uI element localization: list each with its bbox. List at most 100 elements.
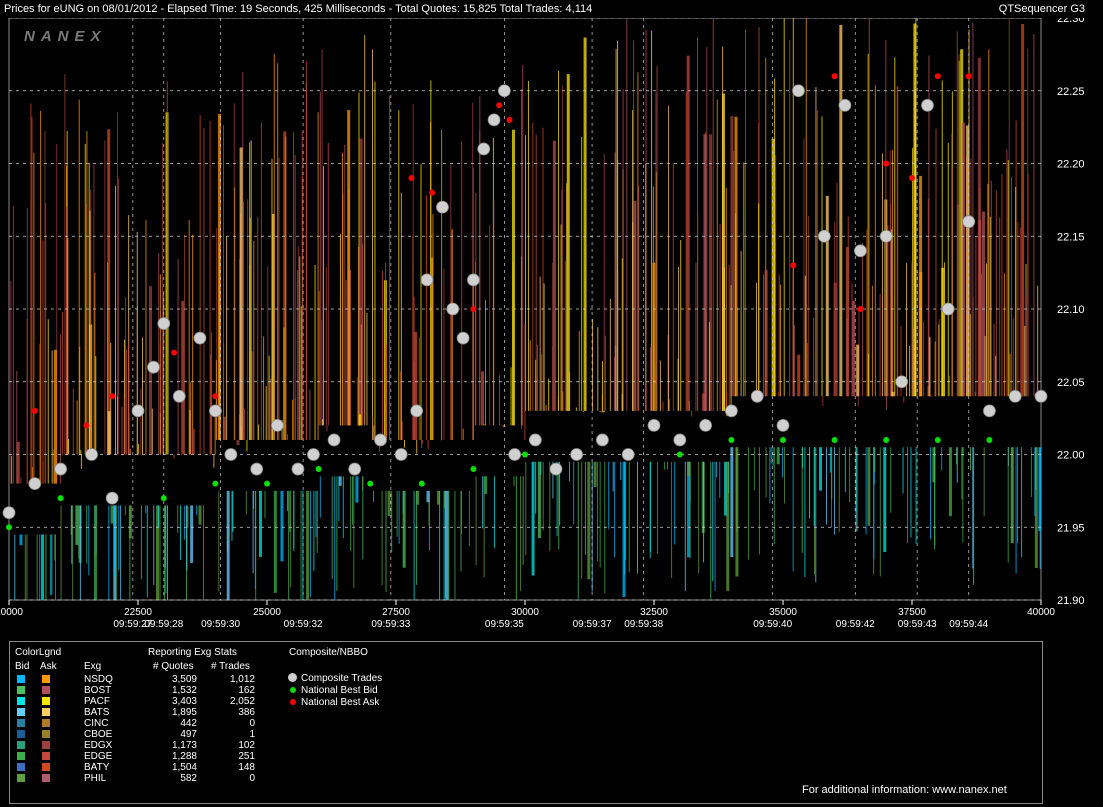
bid-swatch [17,719,25,727]
nbbo-bid-point [315,466,322,473]
trade-point [291,462,305,476]
trade-point [497,84,511,98]
trade-point [420,273,434,287]
x-tick-label: 37500 [898,607,926,618]
trade-point [528,433,542,447]
nbbo-bid-point [264,480,270,487]
trade-point [879,229,893,243]
legend-exg: PACF [84,696,110,707]
legend-exg: CINC [84,718,109,729]
legend-trades-header: # Trades [211,661,250,672]
trade-point [570,448,583,461]
time-label: 09:59:32 [284,619,323,630]
nbbo-bid-point [367,480,374,487]
legend-exg: NSDQ [84,674,113,685]
bid-swatch [17,752,25,760]
nbbo-bid-point [160,495,167,502]
ask-swatch [42,686,50,694]
nbbo-bid-point [883,436,890,443]
nbbo-ask-point [496,102,503,109]
time-label: 09:59:33 [371,619,410,630]
nanex-watermark: NANEX [24,28,107,45]
nbbo-bid-point [522,451,528,458]
trade-point [596,433,609,447]
nbbo-ask-point [83,422,90,429]
trade-point [1034,389,1048,403]
legend-trades: 2,052 [229,696,255,707]
nbbo-ask-point [883,160,890,167]
nbbo-ask-point [408,175,415,182]
trade-point [838,98,852,112]
trade-point [54,462,67,476]
nbbo-bid-point [470,466,477,473]
nbbo-bid-point [212,480,219,487]
y-tick-label: 21.90 [1057,595,1085,607]
ask-swatch [42,697,50,705]
legend-trades: 148 [238,762,255,773]
nbbo-bid-point [57,495,64,502]
ask-swatch [42,741,50,749]
trade-point [374,433,387,447]
trade-point [1008,389,1022,403]
app-name: QTSequencer G3 [998,3,1085,15]
x-tick-label: 20000 [0,607,23,618]
composite-legend-dot [290,699,296,705]
nbbo-ask-point [429,189,436,196]
trade-point [394,448,408,461]
x-tick-label: 25000 [253,607,281,618]
time-label: 09:59:40 [753,619,792,630]
legend-exg-header: Exg [84,661,102,672]
time-label: 09:59:35 [485,619,524,630]
chart-title: Prices for eUNG on 08/01/2012 - Elapsed … [4,3,593,15]
trade-point [854,244,867,258]
nbbo-ask-point [934,73,941,80]
nbbo-bid-point [728,436,735,443]
y-tick-label: 21.95 [1057,522,1085,534]
nbbo-ask-point [171,349,178,356]
nbbo-bid-point [934,436,941,443]
legend-quotes: 1,895 [171,707,197,718]
trade-point [172,389,186,403]
nbbo-ask-point [909,175,915,182]
trade-point [85,448,98,461]
trade-point [456,331,470,345]
composite-legend-dot [290,687,296,693]
time-label: 09:59:30 [201,619,240,630]
legend-colorlgnd: ColorLgnd [15,647,62,658]
legend-trades: 162 [238,685,255,696]
legend-quotes: 442 [180,718,197,729]
trade-point [941,302,955,316]
legend-exg: BOST [84,685,112,696]
time-label: 09:59:38 [624,619,663,630]
nbbo-ask-point [31,407,38,414]
y-tick-label: 22.00 [1057,450,1085,462]
legend-exg: BATY [84,762,110,773]
legend-panel: ColorLgnd Bid Ask Exg Reporting Exg Stat… [9,641,1043,804]
legend-quotes: 1,173 [171,740,197,751]
trade-point [147,360,160,374]
trade-point [817,229,831,243]
trade-point [105,491,119,505]
nbbo-ask-point [212,393,219,400]
y-tick-label: 22.10 [1057,304,1085,316]
trade-point [250,462,264,476]
legend-quotes-header: # Quotes [153,661,194,672]
legend-quotes: 1,504 [171,762,197,773]
nbbo-ask-point [857,306,864,312]
bid-swatch [17,697,25,705]
legend-quotes: 582 [180,773,197,784]
legend-trades: 102 [238,740,255,751]
price-chart: NANEX 22.3022.2522.2022.1522.1022.0522.0… [0,13,1085,630]
trade-point [895,375,909,389]
x-tick-label: 27500 [382,607,410,618]
legend-trades: 0 [249,718,255,729]
trade-point [2,506,16,520]
nbbo-bid-point [418,480,425,487]
nbbo-bid-point [6,524,12,531]
y-tick-label: 22.15 [1057,231,1085,243]
bid-swatch [17,675,25,683]
nbbo-ask-point [109,393,116,400]
y-tick-label: 22.05 [1057,377,1085,389]
legend-ask-header: Ask [40,661,57,672]
ask-swatch [42,752,50,760]
